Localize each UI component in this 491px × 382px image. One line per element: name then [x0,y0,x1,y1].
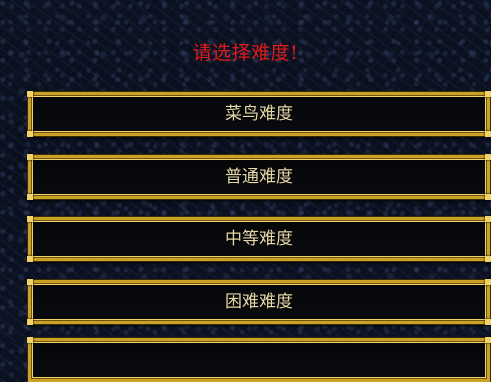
difficulty-prompt: 请选择难度! [192,42,299,64]
difficulty-select-screen: { "screen": { "prompt": "请选择难度!" }, "men… [0,0,491,382]
difficulty-button-label: 普通难度 [225,167,293,187]
difficulty-button-label: 菜鸟难度 [225,104,293,124]
difficulty-button-normal[interactable]: 普通难度 [27,154,491,200]
difficulty-button-label [31,341,487,379]
difficulty-button-rookie[interactable]: 菜鸟难度 [27,91,491,137]
difficulty-button-medium[interactable]: 中等难度 [27,216,491,262]
difficulty-button-partial[interactable] [27,337,491,382]
difficulty-button-label: 困难难度 [225,292,293,312]
difficulty-button-hard[interactable]: 困难难度 [27,279,491,325]
difficulty-button-label: 中等难度 [225,229,293,249]
